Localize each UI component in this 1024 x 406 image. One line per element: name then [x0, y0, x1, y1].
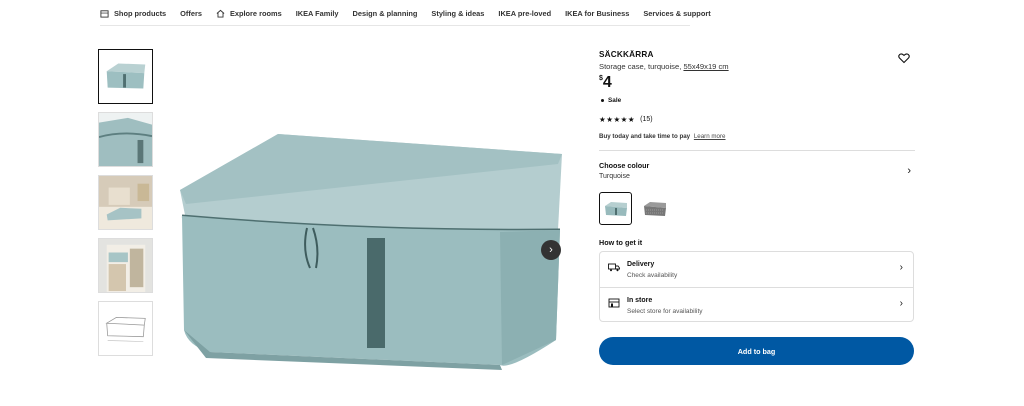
favourite-heart-icon[interactable] [898, 52, 910, 64]
in-store-option[interactable]: In store Select store for availability › [600, 288, 913, 323]
nav-divider [100, 25, 690, 26]
colour-swatches [599, 192, 671, 225]
top-nav: Shop products Offers Explore rooms IKEA … [100, 0, 711, 26]
nav-label: Services & support [643, 8, 711, 18]
price-amount: 4 [602, 74, 612, 91]
sale-label: Sale [608, 97, 622, 104]
chevron-right-icon: › [899, 298, 903, 309]
nav-offers[interactable]: Offers [180, 9, 202, 18]
product-type: Storage case, turquoise, [599, 62, 682, 71]
thumbnail-wardrobe[interactable] [98, 238, 153, 293]
bullet-icon [601, 99, 604, 102]
thumbnail-list [98, 49, 153, 364]
nav-shop-products[interactable]: Shop products [100, 9, 166, 18]
delivery-title: Delivery [627, 261, 655, 268]
nav-label: Offers [180, 8, 202, 18]
nav-label: IKEA pre-loved [498, 8, 552, 18]
main-product-image [170, 120, 570, 390]
learn-more-link[interactable]: Learn more [694, 133, 726, 140]
nav-ikea-family[interactable]: IKEA Family [296, 9, 339, 18]
product-dimensions-link[interactable]: 55x49x19 cm [683, 62, 728, 71]
nav-design-planning[interactable]: Design & planning [353, 9, 418, 18]
divider [599, 150, 915, 151]
thumbnail-storage-case[interactable] [98, 49, 153, 104]
thumbnail-dimension-drawing[interactable] [98, 301, 153, 356]
nav-label: Design & planning [352, 8, 418, 18]
chevron-right-icon: › [907, 165, 911, 177]
in-store-title: In store [627, 297, 653, 304]
next-image-button[interactable]: › [541, 240, 561, 260]
product-description: Storage case, turquoise, 55x49x19 cm [599, 62, 729, 71]
pay-later-text: Buy today and take time to pay [599, 133, 691, 140]
menu-icon [100, 9, 109, 18]
swatch-turquoise[interactable] [599, 192, 632, 225]
chevron-right-icon: › [899, 262, 903, 273]
price-currency: $ [599, 75, 603, 82]
swatch-grey-pattern[interactable] [638, 192, 671, 225]
delivery-option[interactable]: Delivery Check availability › [600, 252, 913, 287]
nav-services-support[interactable]: Services & support [643, 9, 710, 18]
chevron-right-icon: › [549, 244, 553, 256]
nav-for-business[interactable]: IKEA for Business [565, 9, 629, 18]
nav-label: Explore rooms [229, 8, 282, 18]
nav-label: Shop products [114, 8, 167, 18]
fulfilment-options: Delivery Check availability › In store S… [599, 251, 914, 322]
thumbnail-closeup[interactable] [98, 112, 153, 167]
pay-later-info: Buy today and take time to pay Learn mor… [599, 133, 726, 140]
nav-label: Styling & ideas [431, 8, 485, 18]
review-count: (15) [640, 116, 653, 123]
rating[interactable]: ★★★★★ (15) [599, 115, 653, 124]
nav-explore-rooms[interactable]: Explore rooms [216, 9, 282, 18]
store-icon [608, 298, 620, 308]
star-rating-icon: ★★★★★ [599, 115, 636, 124]
add-to-bag-button[interactable]: Add to bag [599, 337, 914, 365]
nav-label: IKEA for Business [565, 8, 630, 18]
product-name: SÄCKKÄRRA [599, 50, 654, 59]
nav-pre-loved[interactable]: IKEA pre-loved [498, 9, 551, 18]
choose-colour-row[interactable]: Choose colour Turquoise › [599, 158, 915, 186]
truck-icon [608, 263, 620, 272]
colour-value: Turquoise [599, 173, 630, 180]
sale-badge: Sale [601, 97, 621, 104]
colour-title: Choose colour [599, 161, 650, 170]
product-price: $4 [599, 74, 612, 92]
how-to-get-it-heading: How to get it [599, 238, 643, 247]
home-icon [216, 9, 225, 18]
delivery-subtitle: Check availability [627, 272, 678, 279]
nav-label: IKEA Family [295, 8, 339, 18]
nav-styling-ideas[interactable]: Styling & ideas [431, 9, 484, 18]
thumbnail-bedroom[interactable] [98, 175, 153, 230]
in-store-subtitle: Select store for availability [627, 308, 703, 315]
